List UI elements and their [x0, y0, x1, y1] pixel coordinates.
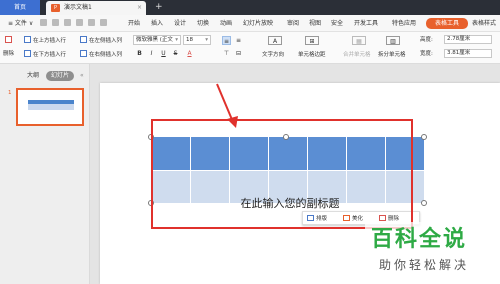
font-name-value: 微软雅黑 (正文 — [136, 37, 173, 43]
width-value: 3.81厘米 — [447, 50, 471, 56]
align-center-icon[interactable]: ≡ — [234, 36, 243, 45]
text-direction-button[interactable]: 文字方向 — [262, 51, 284, 60]
resize-handle[interactable] — [421, 134, 427, 140]
split-cells-button[interactable]: 拆分单元格 — [378, 51, 406, 60]
delete-table-icon — [5, 36, 12, 43]
merge-cells-icon[interactable]: ▦ — [352, 36, 366, 45]
insert-row-below-label: 在下方插入行 — [33, 52, 67, 58]
align-middle-icon[interactable]: ⊟ — [234, 49, 243, 58]
bold-button[interactable]: B — [135, 49, 144, 58]
align-left-icon[interactable]: ≡ — [222, 36, 231, 45]
insert-row-below-icon — [24, 50, 31, 57]
preview-icon[interactable] — [76, 19, 83, 26]
menu-animation[interactable]: 动画 — [220, 19, 232, 29]
menu-view[interactable]: 视图 — [309, 19, 321, 29]
insert-row-above-icon — [24, 36, 31, 43]
undo-icon[interactable] — [88, 19, 95, 26]
underline-button[interactable]: U — [159, 49, 168, 58]
print-icon[interactable] — [64, 19, 71, 26]
font-size-value: 18 — [186, 37, 193, 43]
width-input[interactable]: 3.81厘米 — [444, 49, 492, 58]
height-value: 2.78厘米 — [447, 36, 471, 42]
menu-developer[interactable]: 开发工具 — [354, 19, 378, 29]
watermark: 百科全说 助你轻松解决 — [365, 222, 500, 284]
align-top-icon[interactable]: ⊤ — [222, 49, 231, 58]
menu-design[interactable]: 设计 — [174, 19, 186, 29]
panel-tabs: 大纲 幻灯片 — [0, 70, 90, 82]
italic-button[interactable]: I — [147, 49, 156, 58]
thumbnail-table — [28, 100, 74, 110]
font-size-select[interactable]: 18 ▾ — [183, 35, 211, 45]
redo-icon[interactable] — [100, 19, 107, 26]
strikethrough-button[interactable]: S — [171, 49, 180, 58]
text-direction-icon[interactable]: A — [268, 36, 282, 45]
menu-bar: ≡ 文件 ∨ 开始 插入 设计 切换 动画 幻灯片放映 审阅 视图 安全 开发工… — [0, 15, 500, 32]
resize-handle[interactable] — [421, 200, 427, 206]
insert-col-left-icon — [80, 36, 87, 43]
file-menu-button[interactable]: ≡ 文件 ∨ — [4, 18, 37, 29]
menu-featured[interactable]: 特色应用 — [392, 19, 416, 29]
font-color-button[interactable]: A — [185, 49, 194, 58]
tab-outline[interactable]: 大纲 — [22, 71, 44, 81]
insert-row-above-button[interactable]: 在上方插入行 — [24, 36, 66, 45]
height-label: 高度: — [420, 37, 433, 43]
menu-transition[interactable]: 切换 — [197, 19, 209, 29]
menu-slideshow[interactable]: 幻灯片放映 — [243, 19, 273, 29]
insert-row-below-button[interactable]: 在下方插入行 — [24, 50, 66, 59]
insert-col-right-label: 在右侧插入列 — [89, 52, 123, 58]
annotation-box — [151, 119, 413, 229]
height-input[interactable]: 2.78厘米 — [444, 35, 492, 44]
insert-col-right-icon — [80, 50, 87, 57]
new-tab-button[interactable]: + — [155, 0, 163, 15]
delete-label[interactable]: 删除 — [3, 50, 14, 59]
tab-document[interactable]: P 演示文稿1 × — [46, 1, 146, 15]
watermark-logo: 百科全说 — [371, 227, 468, 252]
menu-table-style[interactable]: 表格样式 — [472, 19, 496, 29]
tab-slides[interactable]: 幻灯片 — [46, 71, 75, 81]
menu-review[interactable]: 审阅 — [287, 19, 299, 29]
menu-insert[interactable]: 插入 — [151, 19, 163, 29]
insert-col-right-button[interactable]: 在右侧插入列 — [80, 50, 122, 59]
insert-row-above-label: 在上方插入行 — [33, 38, 67, 44]
merge-cells-button[interactable]: 合并单元格 — [343, 51, 371, 60]
chevron-down-icon: ▾ — [175, 37, 178, 43]
save-icon[interactable] — [40, 19, 47, 26]
ribbon-toolbar: 删除 在上方插入行 在下方插入行 在左侧插入列 在右侧插入列 微软雅黑 (正文 ▾… — [0, 32, 500, 64]
collapse-panel-icon[interactable]: « — [80, 72, 84, 79]
menu-table-tools[interactable]: 表格工具 — [426, 18, 468, 29]
open-icon[interactable] — [52, 19, 59, 26]
cell-margin-button[interactable]: 单元格边距 — [298, 51, 326, 60]
chevron-down-icon: ▾ — [205, 37, 208, 43]
watermark-tagline: 助你轻松解决 — [379, 258, 470, 272]
slide-thumbnail[interactable] — [16, 88, 84, 126]
insert-col-left-label: 在左侧插入列 — [89, 38, 123, 44]
menu-security[interactable]: 安全 — [331, 19, 343, 29]
insert-col-left-button[interactable]: 在左侧插入列 — [80, 36, 122, 45]
cell-margin-icon[interactable]: ⊞ — [305, 36, 319, 45]
close-tab-icon[interactable]: × — [137, 1, 142, 15]
split-cells-icon[interactable]: ▥ — [386, 36, 400, 45]
presentation-icon: P — [51, 4, 60, 12]
menu-start[interactable]: 开始 — [128, 19, 140, 29]
font-name-select[interactable]: 微软雅黑 (正文 ▾ — [133, 35, 181, 45]
slides-panel: 大纲 幻灯片 « 1 — [0, 64, 90, 284]
delete-table-button[interactable] — [5, 36, 14, 45]
title-bar: 首页 P 演示文稿1 × + — [0, 0, 500, 15]
tab-home[interactable]: 首页 — [0, 0, 40, 15]
document-tab-label: 演示文稿1 — [64, 4, 92, 11]
slide-number: 1 — [8, 90, 12, 96]
width-label: 宽度: — [420, 51, 433, 57]
